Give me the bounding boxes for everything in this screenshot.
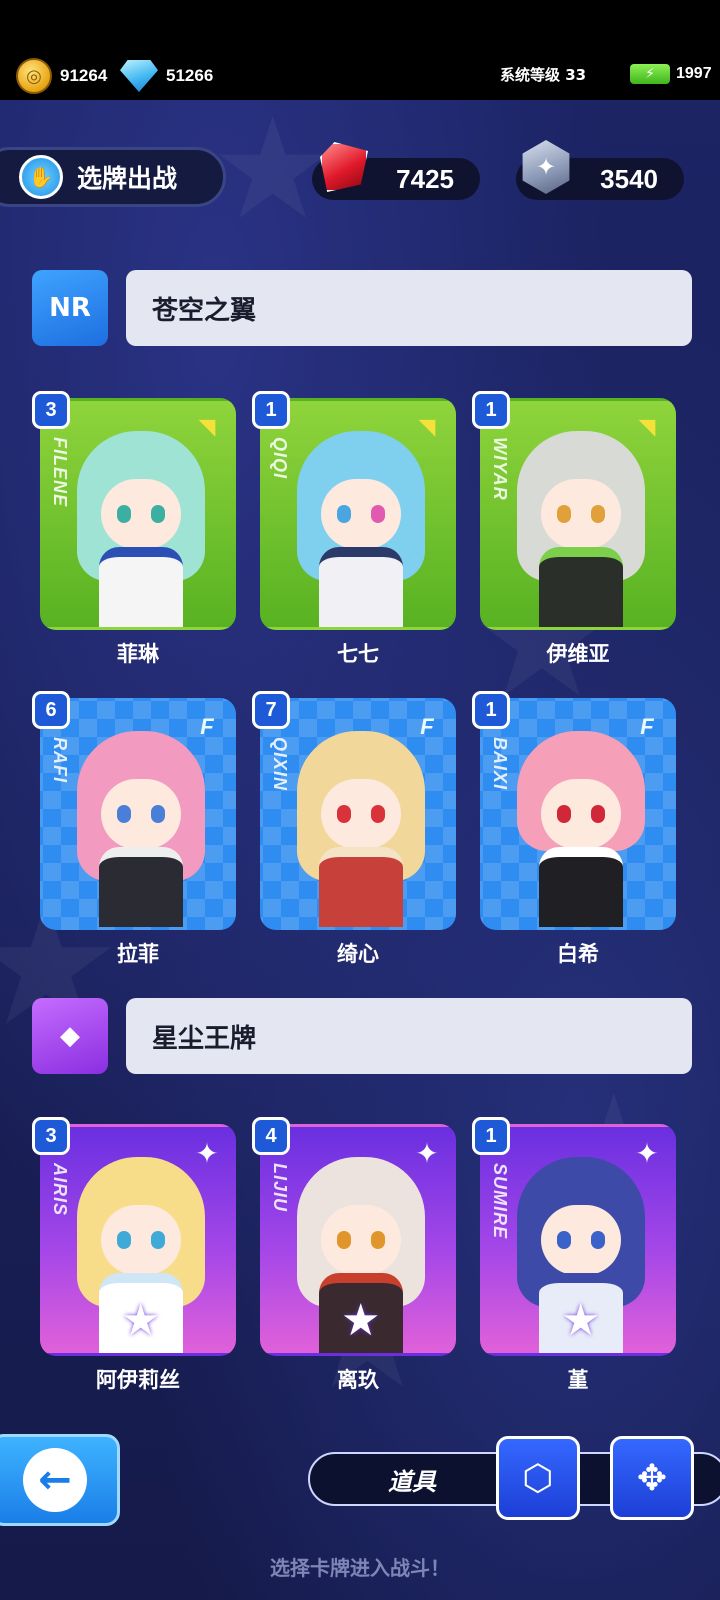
gold-coin-icon: ◎ [16,58,52,94]
card-deck-icon: NR [32,270,108,346]
sparkle-badge-icon: ✦ [415,1136,439,1170]
rookie-badge-icon: ◥ [198,414,216,440]
character-card-rafi[interactable]: RAFI F [40,698,236,930]
card-level-badge: 1 [252,391,290,429]
energy-value: 1997 [676,65,712,82]
rookie-badge-icon: ◥ [638,414,656,440]
gold-value: 91264 [60,66,108,85]
card-code: BAIXI [490,737,510,791]
character-name: 阿伊莉丝 [96,1368,180,1392]
rookie-badge-icon: ◥ [418,414,436,440]
card-level-badge: 1 [472,391,510,429]
battery-icon: ⚡ [630,64,670,84]
wing-badge-icon: F [200,714,214,739]
card-level-badge: 3 [32,1117,70,1155]
diamond-icon: ◆ [32,998,108,1074]
back-button[interactable]: ← [0,1434,120,1526]
card-code: AIRIS [50,1163,70,1217]
items-label: 道具 [388,1467,436,1496]
character-card-filene[interactable]: FILENE ◥ [40,398,236,630]
character-name: 堇 [567,1368,589,1392]
character-name: 白希 [557,942,599,966]
card-code: FILENE [50,437,70,508]
section-title-1: 苍空之翼 [126,270,692,346]
diamond-counter: 51266 [120,58,213,94]
card-code: QIXIN [270,737,290,792]
diamond-icon [120,60,158,92]
arrow-left-icon: ← [23,1448,87,1512]
card-code: WIYAR [490,437,510,501]
character-card-airis[interactable]: ★ AIRIS ✦ [40,1124,236,1356]
character-card-qiqi[interactable]: QIQI ◥ [260,398,456,630]
cards-icon: ✋ [19,155,63,199]
hint-text: 选择卡牌进入战斗！ [270,1556,450,1580]
character-card-sumire[interactable]: ★ SUMIRE ✦ [480,1124,676,1356]
energy-counter: ⚡ 1997 [630,64,712,84]
card-level-badge: 1 [472,691,510,729]
character-name: 菲琳 [117,642,159,666]
card-code: SUMIRE [490,1163,510,1240]
card-level-badge: 6 [32,691,70,729]
sparkle-badge-icon: ✦ [635,1136,659,1170]
card-level-badge: 7 [252,691,290,729]
sparkle-badge-icon: ✦ [195,1136,219,1170]
dice-icon: ⬡ [522,1457,554,1499]
wing-badge-icon: F [420,714,434,739]
card-code: RAFI [50,737,70,783]
card-code: LIJIU [270,1163,290,1213]
page-title: 选牌出战 [77,164,178,193]
ruby-value: 7425 [396,163,454,194]
dice-item-button[interactable]: ⬡ [496,1436,580,1520]
page-title-pill: ✋ 选牌出战 [0,147,226,207]
card-code: QIQI [270,437,290,480]
character-name: 七七 [337,642,379,666]
character-card-qixin[interactable]: QIXIN F [260,698,456,930]
medal-value: 3540 [600,163,658,194]
wing-badge-icon: F [640,714,654,739]
character-name: 拉菲 [117,942,159,966]
section-title-2: 星尘王牌 [126,998,692,1074]
card-level-badge: 3 [32,391,70,429]
character-card-baixi[interactable]: BAIXI F [480,698,676,930]
card-level-badge: 4 [252,1117,290,1155]
ruby-icon [320,142,368,192]
move-arrows-icon: ✥ [636,1457,668,1499]
system-level: 系统等级 33 [500,66,587,84]
diamond-value: 51266 [166,66,214,85]
gold-counter: ◎ 91264 [16,58,107,94]
character-name: 伊维亚 [546,642,610,666]
character-card-wiyar[interactable]: WIYAR ◥ [480,398,676,630]
character-name: 绮心 [337,942,379,966]
card-level-badge: 1 [472,1117,510,1155]
character-card-lijiu[interactable]: ★ LIJIU ✦ [260,1124,456,1356]
move-item-button[interactable]: ✥ [610,1436,694,1520]
status-bar: ◎ 91264 51266 系统等级 33 ⚡ 1997 [0,0,720,100]
character-name: 离玖 [337,1368,379,1392]
